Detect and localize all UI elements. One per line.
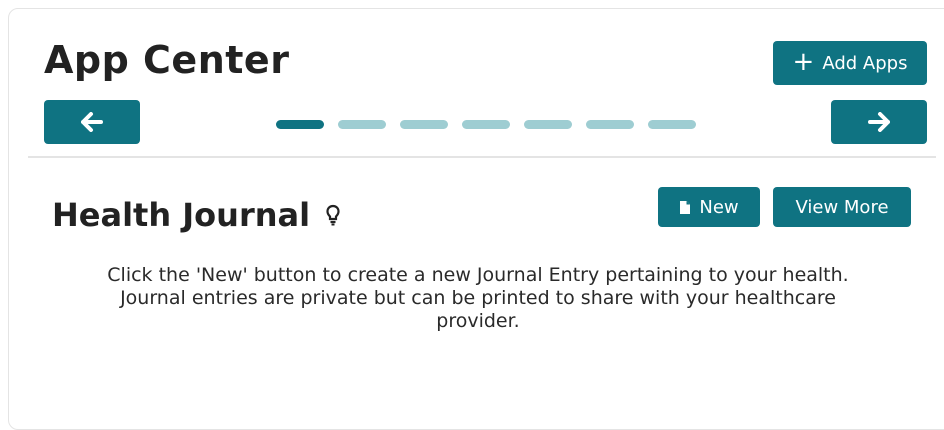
add-apps-button[interactable]: + Add Apps — [773, 41, 927, 85]
view-more-label: View More — [795, 196, 889, 218]
arrow-right-icon — [868, 112, 890, 132]
app-description: Click the 'New' button to create a new J… — [107, 264, 849, 332]
previous-button[interactable] — [44, 100, 140, 144]
view-more-button[interactable]: View More — [773, 187, 911, 227]
document-icon — [679, 200, 691, 215]
carousel-indicator — [276, 120, 696, 129]
arrow-left-icon — [81, 112, 103, 132]
lightbulb-icon[interactable] — [326, 204, 340, 226]
app-title: Health Journal — [52, 196, 340, 234]
plus-icon: + — [792, 47, 815, 77]
carousel-dot[interactable] — [276, 120, 324, 129]
carousel-dot[interactable] — [400, 120, 448, 129]
page-title: App Center — [44, 38, 290, 82]
new-label: New — [699, 196, 739, 218]
next-button[interactable] — [831, 100, 927, 144]
carousel-dot[interactable] — [524, 120, 572, 129]
divider — [28, 156, 936, 158]
new-entry-button[interactable]: New — [658, 187, 760, 227]
carousel-dot[interactable] — [338, 120, 386, 129]
carousel-dot[interactable] — [648, 120, 696, 129]
carousel-dot[interactable] — [462, 120, 510, 129]
app-title-text: Health Journal — [52, 196, 311, 234]
add-apps-label: Add Apps — [822, 52, 908, 74]
carousel-dot[interactable] — [586, 120, 634, 129]
